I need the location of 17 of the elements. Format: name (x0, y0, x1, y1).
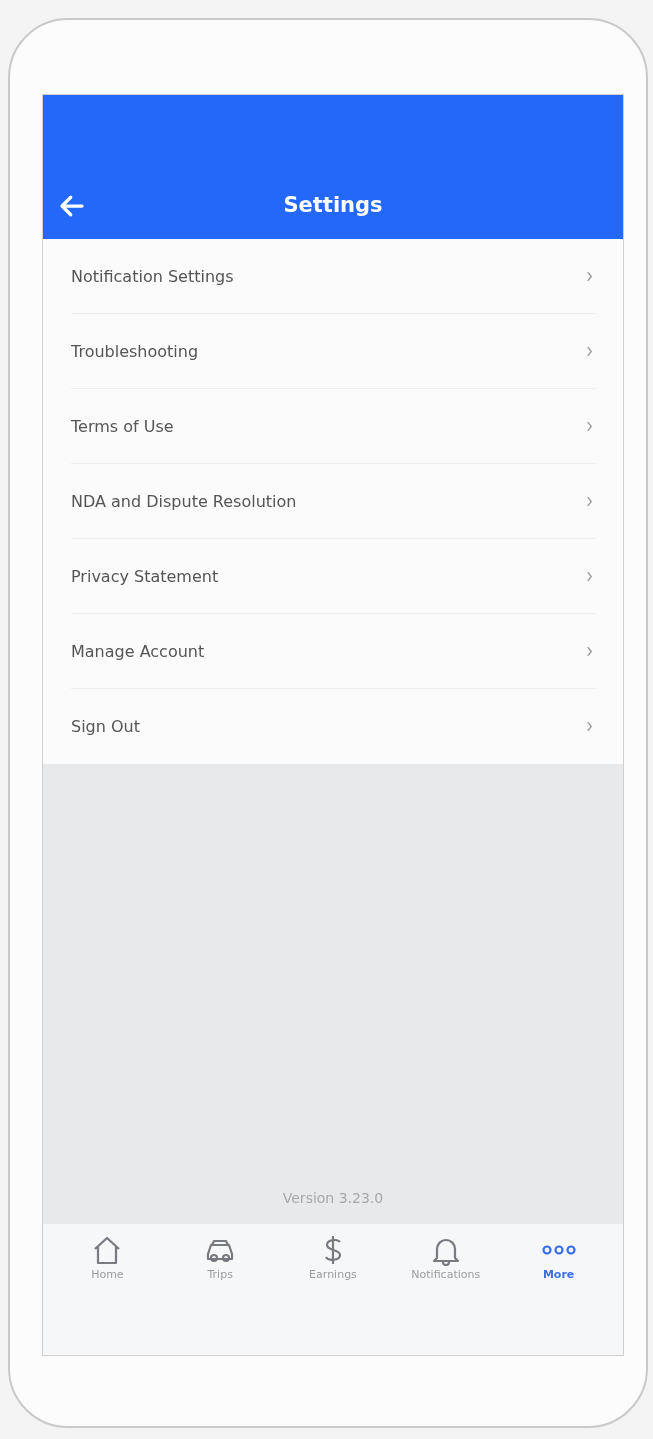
menu-item[interactable]: Manage Account (71, 614, 595, 689)
chevron-icon (586, 721, 593, 732)
chevron-icon (586, 420, 593, 432)
chevron-icon (586, 270, 593, 282)
menu-item[interactable]: Privacy Statement (71, 539, 595, 614)
chevron-icon (586, 495, 593, 507)
chevron-icon (586, 570, 593, 582)
menu-item[interactable]: NDA and Dispute Resolution (71, 464, 595, 539)
chevron-icon (586, 345, 593, 357)
menu-item[interactable]: Sign Out (71, 689, 595, 764)
header-title: Settings (283, 192, 383, 219)
tab-item[interactable]: More (503, 1234, 614, 1281)
chevron-icon (586, 645, 593, 657)
menu-item[interactable]: Troubleshooting (71, 314, 595, 389)
menu-item[interactable]: Notification Settings (71, 239, 595, 314)
menu-item[interactable]: Terms of Use (71, 389, 595, 464)
version-text: Version 3.23.0 (282, 1190, 384, 1206)
